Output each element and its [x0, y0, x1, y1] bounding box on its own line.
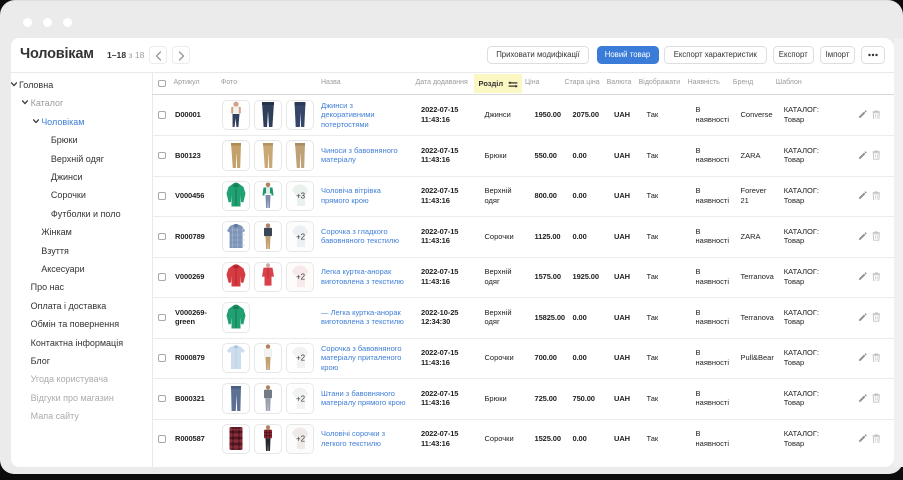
svg-text:+2: +2	[295, 435, 305, 444]
svg-text:+2: +2	[295, 354, 305, 363]
svg-text:+2: +2	[295, 232, 305, 241]
svg-text:+2: +2	[295, 394, 305, 403]
svg-text:+2: +2	[295, 273, 305, 282]
svg-text:+3: +3	[295, 192, 305, 201]
